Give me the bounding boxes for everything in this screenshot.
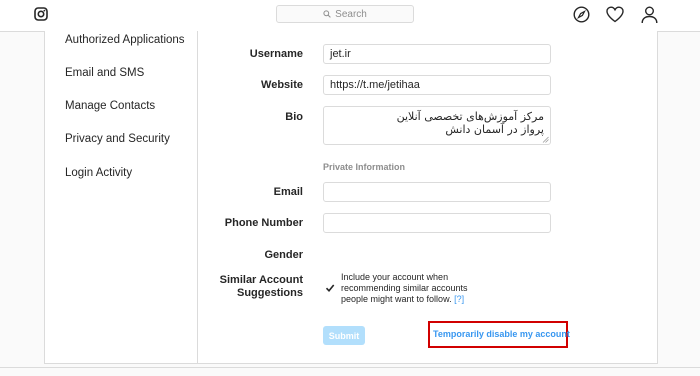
- similar-account-suggestions-label: Similar Account Suggestions: [220, 274, 303, 300]
- heart-activity-icon[interactable]: [606, 6, 624, 23]
- similar-label-line-2: Suggestions: [236, 287, 303, 299]
- settings-panel: Authorized Applications Email and SMS Ma…: [44, 31, 658, 364]
- similar-suggestions-checkbox[interactable]: [325, 283, 335, 293]
- search-placeholder: Search: [335, 8, 367, 20]
- bio-textarea[interactable]: مرکز آموزش‌های تخصصی آنلاین پرواز در آسم…: [323, 106, 551, 145]
- instagram-logo-icon[interactable]: [34, 7, 48, 21]
- website-label: Website: [261, 79, 303, 91]
- compass-explore-icon[interactable]: [573, 6, 590, 23]
- top-navigation-bar: Search: [0, 0, 700, 32]
- bio-label: Bio: [285, 111, 303, 123]
- similar-label-line-1: Similar Account: [219, 274, 303, 286]
- website-field[interactable]: https://t.me/jetihaa: [323, 75, 551, 95]
- email-field[interactable]: [323, 182, 551, 202]
- phone-number-label: Phone Number: [224, 217, 303, 229]
- sidebar-item-login-activity[interactable]: Login Activity: [65, 167, 132, 179]
- sidebar-item-email-and-sms[interactable]: Email and SMS: [65, 67, 144, 79]
- settings-sidebar: Authorized Applications Email and SMS Ma…: [45, 31, 198, 363]
- profile-person-icon[interactable]: [641, 6, 658, 24]
- footer-divider: [0, 367, 700, 368]
- gender-label: Gender: [264, 249, 303, 261]
- submit-button[interactable]: Submit: [323, 326, 365, 345]
- resize-grip-icon[interactable]: [542, 136, 549, 143]
- search-input[interactable]: Search: [276, 5, 414, 23]
- similar-suggestions-description: Include your account when recommending s…: [341, 272, 491, 305]
- phone-number-field[interactable]: [323, 213, 551, 233]
- sidebar-item-authorized-applications[interactable]: Authorized Applications: [65, 34, 185, 46]
- search-icon: [323, 10, 331, 18]
- similar-suggestions-text: Include your account when recommending s…: [341, 272, 468, 304]
- bio-line-1: مرکز آموزش‌های تخصصی آنلاین: [396, 110, 544, 123]
- username-field[interactable]: jet.ir: [323, 44, 551, 64]
- sidebar-item-manage-contacts[interactable]: Manage Contacts: [65, 100, 155, 112]
- private-information-heading: Private Information: [323, 162, 406, 172]
- temporarily-disable-account-link[interactable]: Temporarily disable my account: [433, 329, 570, 339]
- email-label: Email: [273, 186, 303, 198]
- sidebar-item-privacy-and-security[interactable]: Privacy and Security: [65, 133, 170, 145]
- username-label: Username: [249, 48, 303, 60]
- bio-line-2: پرواز در آسمان دانش: [445, 123, 544, 136]
- help-link[interactable]: [?]: [454, 294, 464, 304]
